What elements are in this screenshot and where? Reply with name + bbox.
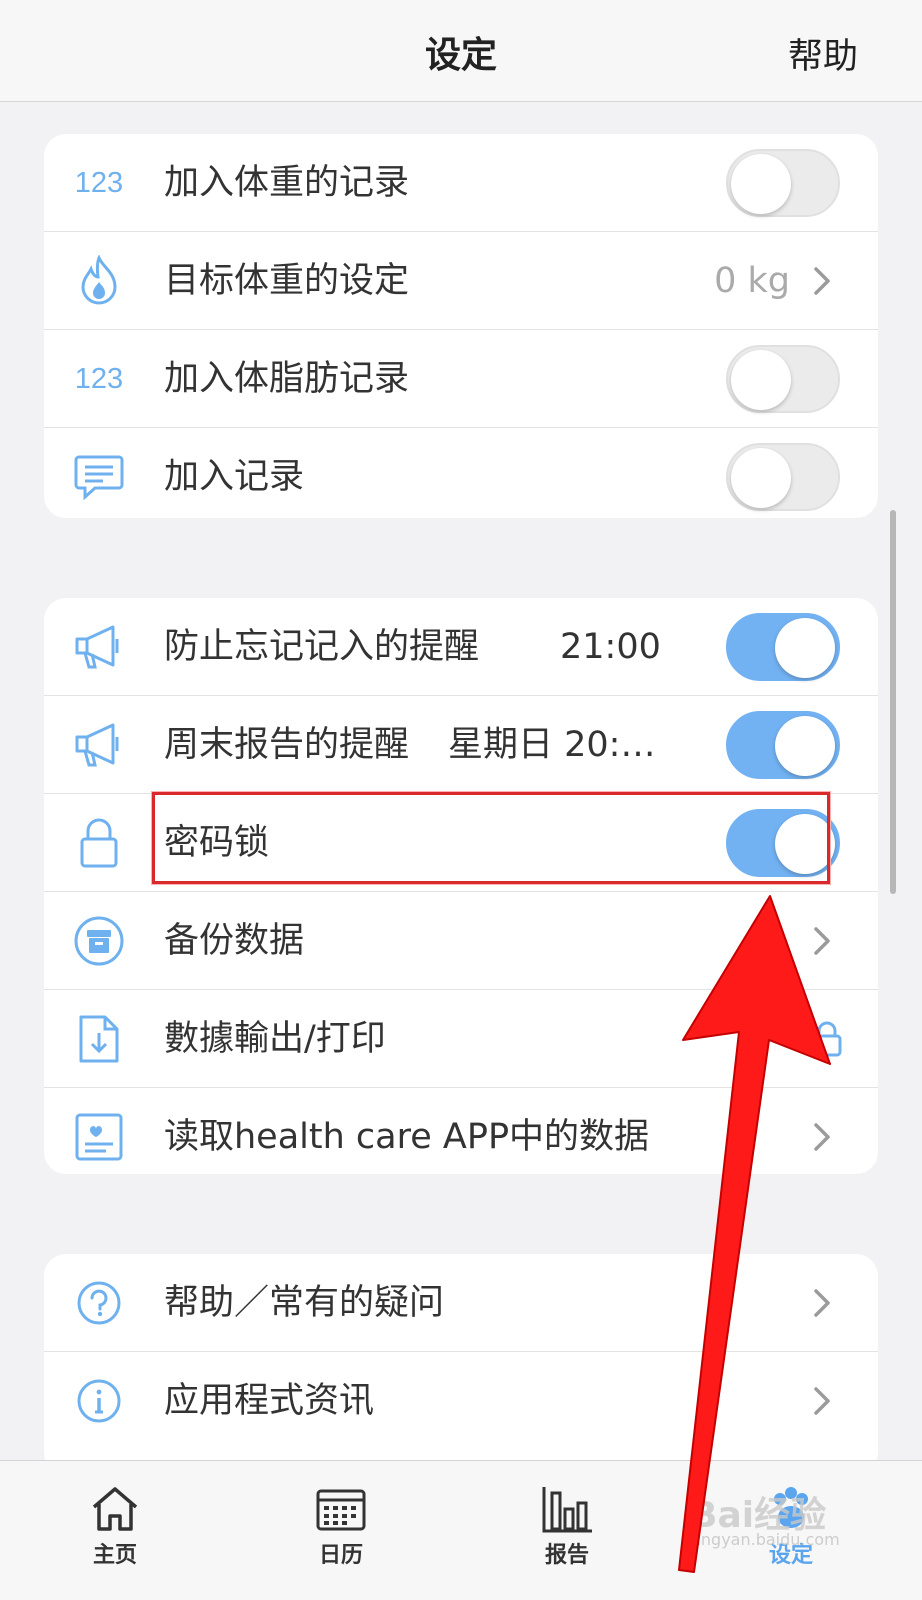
lock-icon <box>812 1021 842 1057</box>
row-label: 应用程式资讯 <box>164 1381 375 1421</box>
forget-reminder-row[interactable]: 防止忘记记入的提醒 21:00 <box>44 598 878 696</box>
chevron-right-icon <box>814 1123 830 1151</box>
toggle-knob <box>731 448 791 508</box>
row-label: 加入记录 <box>164 457 305 497</box>
weekly-report-reminder-toggle[interactable] <box>726 711 840 779</box>
watermark-url: jingyan.baidu.com <box>692 1530 840 1549</box>
row-label: 帮助／常有的疑问 <box>164 1283 445 1323</box>
health-care-import-row[interactable]: 读取health care APP中的数据 <box>44 1088 878 1174</box>
chevron-right-icon <box>814 927 830 955</box>
info-circle-icon <box>68 1352 130 1450</box>
add-weight-record-row[interactable]: 123 加入体重的记录 <box>44 134 878 232</box>
target-weight-value: 0 kg <box>714 261 790 301</box>
backup-data-row[interactable]: 备份数据 <box>44 892 878 990</box>
page-title: 设定 <box>424 35 497 76</box>
lock-icon <box>68 794 130 892</box>
help-faq-row[interactable]: 帮助／常有的疑问 <box>44 1254 878 1352</box>
home-icon <box>92 1487 138 1531</box>
archive-box-icon <box>68 892 130 990</box>
toggle-knob <box>775 716 835 776</box>
megaphone-icon <box>68 696 130 794</box>
flame-icon <box>68 232 130 330</box>
tab-label: 报告 <box>544 1543 589 1568</box>
export-file-icon <box>68 990 130 1088</box>
toggle-knob <box>731 154 791 214</box>
tab-home[interactable]: 主页 <box>0 1461 230 1600</box>
health-card-icon <box>68 1088 130 1174</box>
add-body-fat-record-row[interactable]: 123 加入体脂肪记录 <box>44 330 878 428</box>
row-label: 防止忘记记入的提醒 <box>164 627 480 667</box>
weekly-report-time: 星期日 20:… <box>448 725 656 765</box>
export-print-row[interactable]: 數據輸出/打印 <box>44 990 878 1088</box>
add-body-fat-record-toggle[interactable] <box>726 345 840 413</box>
row-label: 读取health care APP中的数据 <box>164 1117 650 1157</box>
app-info-row[interactable]: 应用程式资讯 <box>44 1352 878 1450</box>
tab-report[interactable]: 报告 <box>452 1461 682 1600</box>
chevron-right-icon <box>814 1387 830 1415</box>
add-note-toggle[interactable] <box>726 443 840 511</box>
nav-header: 设定 帮助 <box>0 0 922 102</box>
number-123-icon: 123 <box>74 166 124 199</box>
megaphone-icon <box>68 598 130 696</box>
settings-group-records: 123 加入体重的记录 目标体重的设定 0 kg 123 加入体脂肪记录 加入记… <box>44 134 878 518</box>
bar-chart-icon <box>542 1487 592 1533</box>
row-label: 數據輸出/打印 <box>164 1019 386 1059</box>
toggle-knob <box>731 350 791 410</box>
scrollbar[interactable] <box>890 510 896 894</box>
chevron-right-icon <box>814 1289 830 1317</box>
reminder-time: 21:00 <box>560 627 661 667</box>
question-circle-icon <box>68 1254 130 1352</box>
row-label: 加入体脂肪记录 <box>164 359 410 399</box>
chat-bubble-icon <box>68 428 130 518</box>
toggle-knob <box>775 618 835 678</box>
add-weight-record-toggle[interactable] <box>726 149 840 217</box>
help-button[interactable]: 帮助 <box>788 28 858 79</box>
row-label: 加入体重的记录 <box>164 163 410 203</box>
tab-label: 日历 <box>318 1543 363 1568</box>
row-label: 周末报告的提醒 <box>164 725 410 765</box>
add-note-row[interactable]: 加入记录 <box>44 428 878 518</box>
settings-group-info: 帮助／常有的疑问 应用程式资讯 <box>44 1254 878 1474</box>
row-label: 目标体重的设定 <box>164 261 410 301</box>
forget-reminder-toggle[interactable] <box>726 613 840 681</box>
highlight-box <box>152 792 830 884</box>
tab-label: 主页 <box>92 1543 137 1568</box>
row-label: 备份数据 <box>164 921 305 961</box>
calendar-icon <box>316 1489 366 1531</box>
settings-group-reminders: 防止忘记记入的提醒 21:00 周末报告的提醒 星期日 20:… 密码锁 备份数… <box>44 598 878 1174</box>
tab-calendar[interactable]: 日历 <box>226 1461 456 1600</box>
chevron-right-icon <box>814 267 830 295</box>
target-weight-row[interactable]: 目标体重的设定 0 kg <box>44 232 878 330</box>
weekly-report-reminder-row[interactable]: 周末报告的提醒 星期日 20:… <box>44 696 878 794</box>
number-123-icon: 123 <box>74 362 124 395</box>
